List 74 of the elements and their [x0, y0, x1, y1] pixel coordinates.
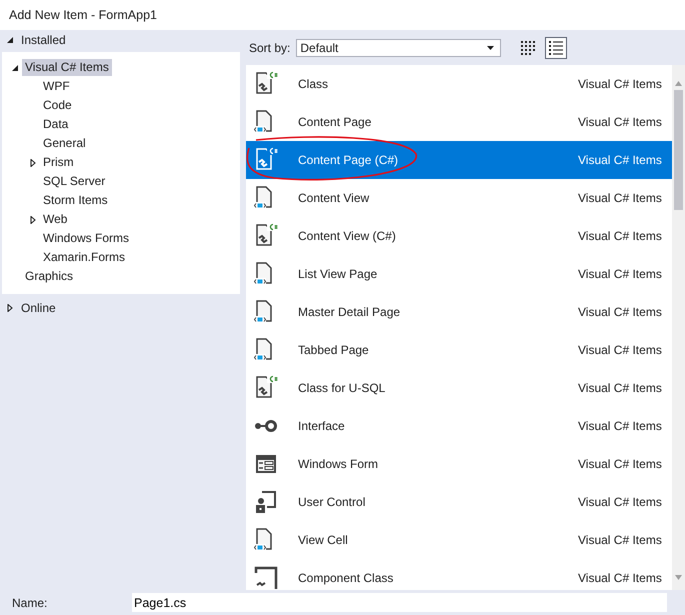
tree-item[interactable]: WPF [40, 78, 73, 95]
tree-item[interactable]: Xamarin.Forms [40, 249, 128, 266]
template-row[interactable]: Class for U-SQL Visual C# Items [246, 369, 672, 407]
template-row[interactable]: List View Page Visual C# Items [246, 255, 672, 293]
tree-item[interactable]: General [40, 135, 89, 152]
template-row[interactable]: Master Detail Page Visual C# Items [246, 293, 672, 331]
tree-item[interactable]: Code [40, 97, 75, 114]
template-row[interactable]: Content Page (C#) Visual C# Items [246, 141, 672, 179]
user-control-icon [254, 489, 278, 515]
template-name: View Cell [298, 532, 349, 549]
tree-item[interactable]: Storm Items [40, 192, 111, 209]
template-name: Master Detail Page [298, 304, 402, 321]
template-category: Visual C# Items [578, 152, 662, 169]
tree-item[interactable]: SQL Server [40, 173, 108, 190]
template-name: Class [298, 76, 330, 93]
tree-section-label[interactable]: Installed [21, 31, 66, 49]
template-row[interactable]: Tabbed Page Visual C# Items [246, 331, 672, 369]
template-category: Visual C# Items [578, 266, 662, 283]
csharp-file-icon [254, 147, 278, 173]
sort-label: Sort by: [249, 40, 290, 56]
expanded-arrow-icon[interactable] [6, 36, 14, 44]
template-row[interactable]: View Cell Visual C# Items [246, 521, 672, 559]
template-name: Tabbed Page [298, 342, 370, 359]
sort-dropdown[interactable]: Default [296, 38, 502, 56]
template-name: Content View [298, 190, 370, 207]
template-name: Content View (C#) [298, 228, 397, 245]
tree-item[interactable]: Data [40, 116, 72, 133]
tree-item[interactable]: Windows Forms [40, 230, 132, 247]
template-row[interactable]: Class Visual C# Items [246, 65, 672, 103]
template-name: Component Class [298, 570, 394, 587]
template-category: Visual C# Items [578, 190, 662, 207]
tree-item[interactable]: Visual C# Items [22, 59, 112, 76]
template-name: Interface [298, 418, 346, 435]
template-category: Visual C# Items [578, 76, 662, 93]
list-view-button[interactable] [545, 36, 568, 58]
template-name: Windows Form [298, 456, 380, 473]
template-category: Visual C# Items [578, 570, 662, 587]
collapsed-arrow-icon[interactable] [29, 158, 37, 166]
template-category: Visual C# Items [578, 304, 662, 321]
name-field[interactable]: Page1.cs [132, 593, 667, 612]
template-row[interactable]: Content View (C#) Visual C# Items [246, 217, 672, 255]
tree-item[interactable]: Prism [40, 154, 77, 171]
tree-item[interactable]: Web [40, 211, 70, 228]
template-row[interactable]: Content Page Visual C# Items [246, 103, 672, 141]
template-category: Visual C# Items [578, 342, 662, 359]
csharp-file-icon [254, 223, 278, 249]
template-category: Visual C# Items [578, 114, 662, 131]
template-category: Visual C# Items [578, 456, 662, 473]
template-name: List View Page [298, 266, 378, 283]
template-category: Visual C# Items [578, 228, 662, 245]
window-title: Add New Item - FormApp1 [0, 0, 685, 30]
collapsed-arrow-icon[interactable] [29, 216, 37, 224]
tree-section-label[interactable]: Online [21, 299, 56, 317]
template-category: Visual C# Items [578, 532, 662, 549]
component-icon [254, 565, 278, 590]
template-row[interactable]: Windows Form Visual C# Items [246, 445, 672, 483]
template-category: Visual C# Items [578, 418, 662, 435]
csharp-file-icon [254, 375, 278, 401]
template-name: Class for U-SQL [298, 380, 386, 397]
template-row[interactable]: User Control Visual C# Items [246, 483, 672, 521]
template-category: Visual C# Items [578, 380, 662, 397]
template-name: Content Page (C#) [298, 152, 400, 169]
expanded-arrow-icon[interactable] [11, 64, 19, 72]
template-category: Visual C# Items [578, 494, 662, 511]
template-name: Content Page [298, 114, 372, 131]
template-row[interactable]: Component Class Visual C# Items [246, 559, 672, 590]
tree-item[interactable]: Graphics [22, 268, 76, 285]
template-row[interactable]: Interface Visual C# Items [246, 407, 672, 445]
name-label: Name: [11, 594, 48, 612]
collapsed-arrow-icon[interactable] [6, 304, 14, 312]
caret-icon [487, 46, 494, 50]
template-row[interactable]: Content View Visual C# Items [246, 179, 672, 217]
template-name: User Control [298, 494, 366, 511]
csharp-file-icon [254, 71, 278, 97]
